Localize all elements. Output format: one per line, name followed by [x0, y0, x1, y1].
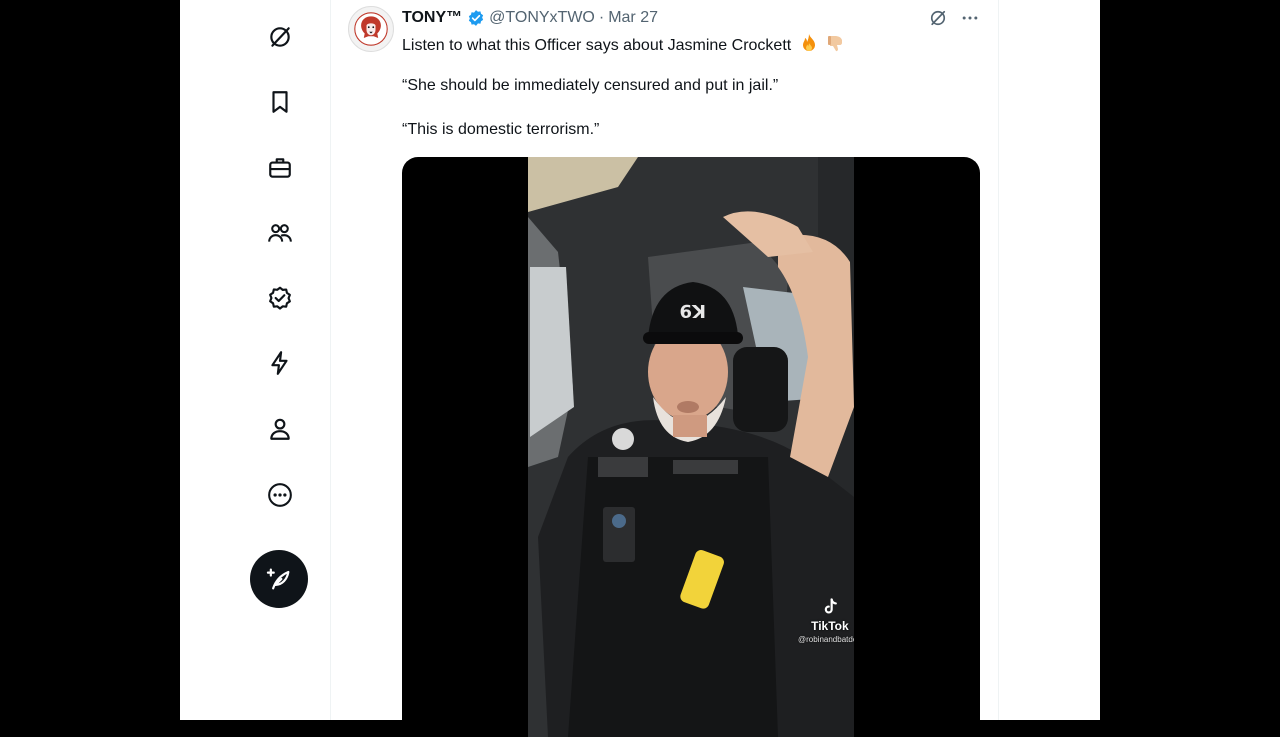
nav-item-grok[interactable]	[260, 17, 300, 57]
avatar[interactable]	[348, 6, 394, 52]
verified-badge-icon[interactable]	[467, 9, 485, 27]
video-frame: K9 TikTok @robinandbatdog	[528, 157, 854, 737]
tweet-media-video[interactable]: K9 TikTok @robinandbatdog	[402, 157, 980, 737]
tiktok-watermark: TikTok @robinandbatdog	[798, 597, 854, 646]
tiktok-brand: TikTok	[811, 619, 849, 633]
grok-icon	[270, 27, 290, 47]
user-handle[interactable]: @TONYxTWO	[489, 9, 595, 27]
app-frame: TONY™ @TONYxTWO · Mar 27 Listen to what …	[180, 0, 1100, 737]
fire-emoji-icon	[802, 34, 815, 51]
grok-explain-button[interactable]	[928, 8, 948, 28]
post-date[interactable]: Mar 27	[608, 9, 658, 27]
nav-item-communities[interactable]	[260, 213, 300, 253]
more-icon	[268, 483, 292, 507]
grok-icon	[930, 10, 946, 26]
nav-item-profile[interactable]	[260, 409, 300, 449]
nav-divider	[330, 0, 331, 720]
tiktok-logo-icon	[824, 598, 837, 614]
profile-icon	[270, 418, 290, 440]
verified-icon	[269, 286, 291, 310]
nav-item-bookmarks[interactable]	[260, 82, 300, 122]
lightning-icon	[271, 351, 288, 375]
tweet-quote-2: “This is domestic terrorism.”	[402, 121, 600, 138]
nav-item-premium[interactable]	[260, 278, 300, 318]
compose-icon	[266, 568, 290, 590]
header-separator: ·	[598, 9, 605, 26]
tweet-header: TONY™ @TONYxTWO · Mar 27	[402, 7, 658, 29]
communities-icon	[268, 224, 292, 242]
nav-item-jobs[interactable]	[260, 148, 300, 188]
sidebar-nav	[180, 0, 330, 720]
display-name[interactable]: TONY™	[402, 9, 462, 27]
timeline-divider	[998, 0, 999, 720]
nav-item-more[interactable]	[260, 475, 300, 515]
briefcase-icon	[269, 158, 291, 178]
nav-item-verified-orgs[interactable]	[260, 343, 300, 383]
lion-logo-avatar	[354, 12, 388, 46]
bookmark-icon	[272, 91, 288, 113]
tweet-quote-1: “She should be immediately censured and …	[402, 77, 779, 94]
tweet-text-main: Listen to what this Officer says about J…	[402, 37, 792, 54]
svg-text:K9: K9	[680, 300, 706, 321]
tiktok-username: @robinandbatdog	[798, 635, 854, 644]
video-still-image: K9	[528, 157, 854, 737]
post-button[interactable]	[250, 550, 308, 608]
more-options-button[interactable]	[960, 8, 980, 28]
ellipsis-icon	[962, 16, 978, 20]
tweet-actions-top	[928, 6, 980, 30]
tweet-text-line-1: Listen to what this Officer says about J…	[402, 33, 846, 55]
thumbs-down-emoji-icon	[828, 36, 843, 52]
